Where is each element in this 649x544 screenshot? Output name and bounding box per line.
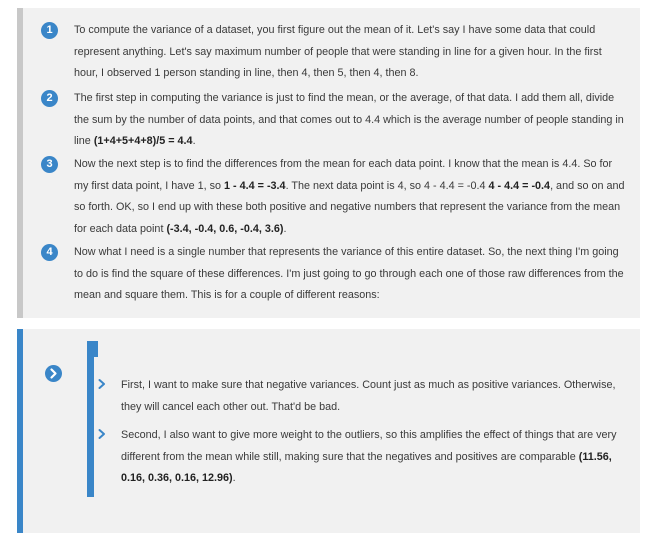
formula: (1+4+5+4+8)/5 = 4.4 (93, 135, 193, 147)
reason-item-2: Second, I also want to give more weight … (97, 425, 626, 490)
step-text-content: To compute the variance of a dataset, yo… (74, 24, 602, 79)
reason-text-tail: . (232, 472, 236, 484)
chevron-right-icon (97, 427, 107, 445)
step-number-badge: 4 (41, 244, 58, 261)
step-1: 1 To compute the variance of a dataset, … (41, 20, 626, 85)
step-text-content: . The next data point is 4, so 4 - 4.4 =… (285, 179, 489, 192)
step-text: To compute the variance of a dataset, yo… (74, 20, 626, 85)
step-text: The first step in computing the variance… (74, 88, 626, 153)
step-number-badge: 2 (41, 90, 58, 107)
reason-text: Second, I also want to give more weight … (121, 425, 626, 490)
step-text: Now the next step is to find the differe… (74, 154, 626, 240)
formula: 4 - 4.4 = -0.4 (488, 179, 551, 192)
step-number-badge: 1 (41, 22, 58, 39)
step-text: Now what I need is a single number that … (74, 242, 626, 307)
step-text-tail: . (192, 135, 196, 147)
reason-item-1: First, I want to make sure that negative… (97, 375, 626, 418)
step-text-content: Now what I need is a single number that … (74, 246, 624, 301)
reason-text: First, I want to make sure that negative… (121, 375, 626, 418)
differences-list: (-3.4, -0.4, 0.6, -0.4, 3.6) (166, 222, 284, 235)
step-text-tail: . (283, 222, 287, 235)
step-2: 2 The first step in computing the varian… (41, 88, 626, 153)
steps-card: 1 To compute the variance of a dataset, … (17, 8, 640, 318)
chevron-right-icon (97, 377, 107, 395)
quote-bar-tick (94, 341, 98, 357)
step-number-badge: 3 (41, 156, 58, 173)
step-3: 3 Now the next step is to find the diffe… (41, 154, 626, 240)
reason-text-content: First, I want to make sure that negative… (121, 379, 616, 413)
reasons-card: First, I want to make sure that negative… (17, 329, 640, 533)
step-4: 4 Now what I need is a single number tha… (41, 242, 626, 307)
reason-text-content: Second, I also want to give more weight … (121, 429, 617, 463)
quote-bar (87, 341, 94, 497)
chevron-right-icon (45, 365, 62, 382)
formula: 1 - 4.4 = -3.4 (224, 179, 286, 192)
